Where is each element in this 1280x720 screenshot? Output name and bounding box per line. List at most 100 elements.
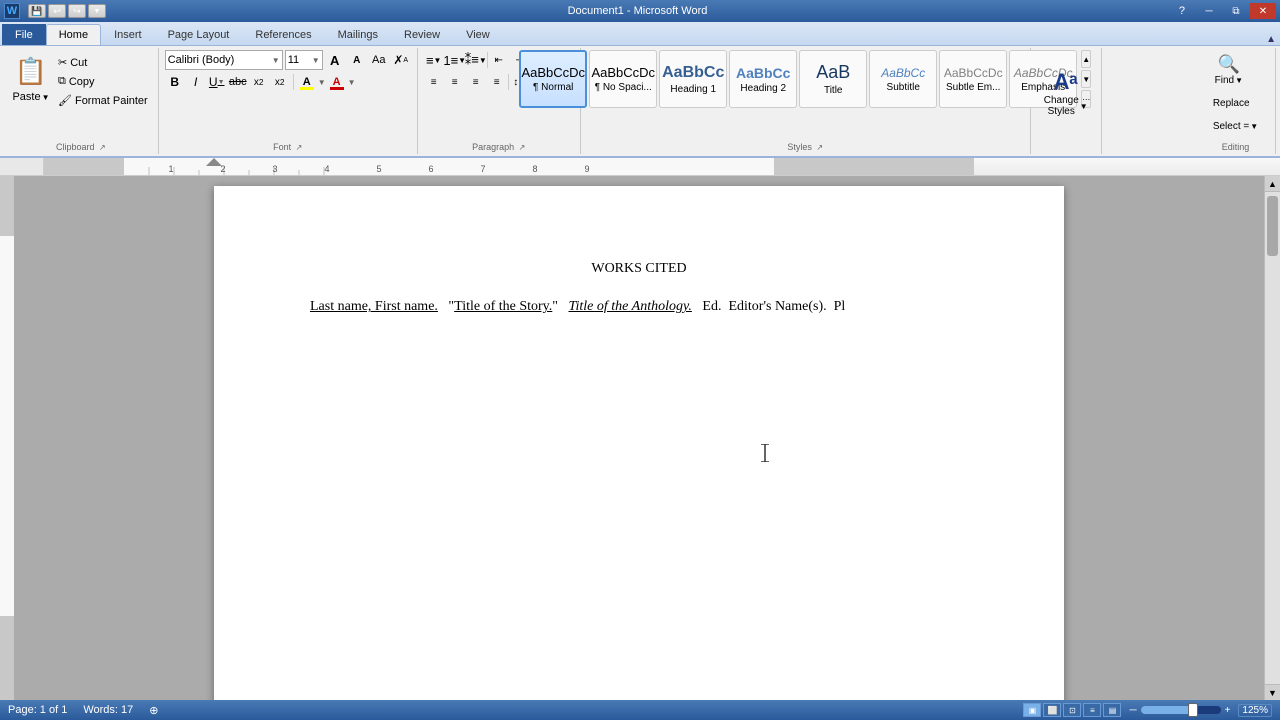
font-size-combo[interactable]: 11 ▼ <box>285 50 323 70</box>
web-layout-btn[interactable]: ⊡ <box>1063 703 1081 717</box>
scroll-down-btn[interactable]: ▼ <box>1265 684 1280 700</box>
italic-btn[interactable]: I <box>186 72 206 92</box>
tab-file[interactable]: File <box>2 24 46 45</box>
styles-expand-icon[interactable]: ↗ <box>816 143 823 152</box>
quick-access-toolbar: 💾 ↩ ↪ ▼ <box>28 4 106 18</box>
close-btn[interactable]: ✕ <box>1250 3 1276 19</box>
subscript-btn[interactable]: x2 <box>249 72 269 92</box>
zoom-level-btn[interactable]: 125% <box>1238 704 1272 717</box>
paste-label: Paste ▼ <box>12 91 49 103</box>
align-center-btn[interactable]: ≡ <box>445 72 465 92</box>
decrease-indent-btn[interactable]: ⇤ <box>489 50 509 70</box>
replace-btn[interactable]: Replace <box>1206 94 1257 113</box>
minimize-btn[interactable]: ─ <box>1196 3 1222 19</box>
tab-insert[interactable]: Insert <box>101 24 155 45</box>
scroll-track[interactable] <box>1265 192 1280 684</box>
find-btn[interactable]: 🔍 Find ▼ <box>1206 50 1252 90</box>
numbering-btn[interactable]: 1≡▼ <box>445 50 465 70</box>
styles-group: AaBbCcDc ¶ Normal AaBbCcDc ¶ No Spaci...… <box>581 48 1031 154</box>
zoom-slider-thumb[interactable] <box>1188 703 1198 717</box>
ribbon-spacer <box>1102 48 1196 154</box>
separator1 <box>293 74 294 90</box>
font-color-dropdown-arrow[interactable]: ▼ <box>348 78 356 87</box>
text-highlight-btn[interactable]: A <box>297 72 317 92</box>
change-case-btn[interactable]: Aa <box>369 50 389 70</box>
highlight-dropdown-arrow[interactable]: ▼ <box>318 78 326 87</box>
justify-btn[interactable]: ≡ <box>487 72 507 92</box>
customize-quick-btn[interactable]: ▼ <box>88 4 106 18</box>
print-layout-btn[interactable]: ▣ <box>1023 703 1041 717</box>
style-title-btn[interactable]: AaB Title <box>799 50 867 108</box>
copy-btn[interactable]: ⧉ Copy <box>54 73 152 90</box>
underline-btn[interactable]: U▼ <box>207 72 227 92</box>
paste-btn[interactable]: 📋 Paste ▼ <box>10 50 52 105</box>
strikethrough-btn[interactable]: abc <box>228 72 248 92</box>
format-painter-btn[interactable]: 🖌 Format Painter <box>54 92 152 109</box>
select-btn[interactable]: Select = ▼ <box>1206 117 1265 136</box>
citation-close-quote: " <box>552 299 558 314</box>
tab-review[interactable]: Review <box>391 24 453 45</box>
align-right-btn[interactable]: ≡ <box>466 72 486 92</box>
multilevel-list-btn[interactable]: ⁑≡▼ <box>466 50 486 70</box>
styles-label: Styles ↗ <box>787 142 823 152</box>
tab-home[interactable]: Home <box>46 24 101 45</box>
tab-references[interactable]: References <box>242 24 324 45</box>
bullets-btn[interactable]: ≡▼ <box>424 50 444 70</box>
style-normal-label: ¶ Normal <box>533 82 573 93</box>
collapse-ribbon-btn[interactable]: ▲ <box>1266 34 1276 45</box>
redo-quick-btn[interactable]: ↪ <box>68 4 86 18</box>
scroll-thumb[interactable] <box>1267 196 1278 256</box>
style-no-spacing-btn[interactable]: AaBbCcDc ¶ No Spaci... <box>589 50 657 108</box>
save-quick-btn[interactable]: 💾 <box>28 4 46 18</box>
scroll-up-btn[interactable]: ▲ <box>1265 176 1280 192</box>
clear-format-btn[interactable]: ✗A <box>391 50 411 70</box>
editing-label: Editing <box>1222 142 1250 152</box>
font-color-btn[interactable]: A <box>327 72 347 92</box>
font-expand-icon[interactable]: ↗ <box>296 143 303 152</box>
paste-dropdown-arrow: ▼ <box>42 93 50 102</box>
style-subtitle-btn[interactable]: AaBbCc Subtitle <box>869 50 937 108</box>
restore-btn[interactable]: ⧉ <box>1223 3 1249 19</box>
clipboard-expand-icon[interactable]: ↗ <box>99 143 106 152</box>
help-btn[interactable]: ? <box>1169 3 1195 19</box>
ruler-corner <box>0 158 44 175</box>
zoom-in-btn[interactable]: + <box>1225 705 1231 716</box>
select-arrow: ▼ <box>1250 122 1258 131</box>
zoom-out-btn[interactable]: ─ <box>1129 705 1136 716</box>
style-normal-btn[interactable]: AaBbCcDc ¶ Normal <box>519 50 587 108</box>
shrink-font-btn[interactable]: A <box>347 50 367 70</box>
change-styles-btn[interactable]: Aᵃ ChangeStyles ▼ <box>1037 64 1095 122</box>
words-status: Words: 17 <box>83 704 133 716</box>
draft-btn[interactable]: ▤ <box>1103 703 1121 717</box>
zoom-slider[interactable] <box>1141 706 1221 714</box>
copy-icon: ⧉ <box>58 75 66 88</box>
superscript-btn[interactable]: x2 <box>270 72 290 92</box>
horizontal-ruler: 1 2 3 4 5 6 7 8 9 <box>44 158 1280 175</box>
vertical-scrollbar[interactable]: ▲ ▼ <box>1264 176 1280 700</box>
svg-text:7: 7 <box>480 164 485 174</box>
align-left-btn[interactable]: ≡ <box>424 72 444 92</box>
document-scroll-area[interactable]: WORKS CITED Last name, First name. "Titl… <box>14 176 1264 700</box>
scissors-icon: ✂ <box>58 56 67 69</box>
editing-group: 🔍 Find ▼ Replace Select = ▼ Editing <box>1196 48 1276 154</box>
tab-mailings[interactable]: Mailings <box>325 24 391 45</box>
grow-font-btn[interactable]: A <box>325 50 345 70</box>
style-normal-preview: AaBbCcDc <box>521 65 585 80</box>
tab-page-layout[interactable]: Page Layout <box>155 24 243 45</box>
cut-btn[interactable]: ✂ Cut <box>54 54 152 71</box>
style-heading1-btn[interactable]: AaBbCc Heading 1 <box>659 50 727 108</box>
bold-btn[interactable]: B <box>165 72 185 92</box>
font-name-combo[interactable]: Calibri (Body) ▼ <box>165 50 283 70</box>
outline-btn[interactable]: ≡ <box>1083 703 1101 717</box>
change-styles-group: Aᵃ ChangeStyles ▼ <box>1031 48 1102 154</box>
undo-quick-btn[interactable]: ↩ <box>48 4 66 18</box>
left-ruler-area <box>0 176 14 700</box>
document-content[interactable]: WORKS CITED Last name, First name. "Titl… <box>310 258 968 319</box>
style-heading2-btn[interactable]: AaBbCc Heading 2 <box>729 50 797 108</box>
style-subtle-em-btn[interactable]: AaBbCcDc Subtle Em... <box>939 50 1007 108</box>
change-styles-label: ChangeStyles ▼ <box>1044 95 1088 117</box>
tab-view[interactable]: View <box>453 24 503 45</box>
paragraph-label: Paragraph ↗ <box>472 142 525 152</box>
full-screen-btn[interactable]: ⬜ <box>1043 703 1061 717</box>
select-label: Select = ▼ <box>1213 121 1258 132</box>
